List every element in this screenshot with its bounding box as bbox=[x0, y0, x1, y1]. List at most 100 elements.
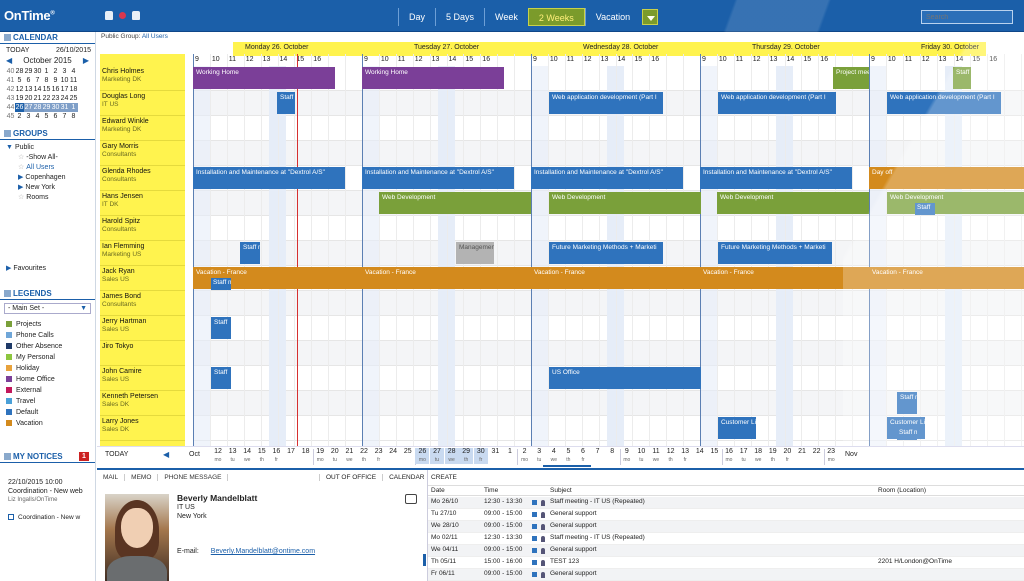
table-row[interactable]: Mo 26/10 12:30 - 13:30 Staff meeting - IT … bbox=[428, 497, 1024, 509]
person-row[interactable]: Hans Jensen IT DK bbox=[100, 191, 185, 216]
calendar-event[interactable]: Installation and Maintenance at "Dextrol… bbox=[193, 167, 345, 189]
calendar-event[interactable]: Working Home bbox=[362, 67, 504, 89]
tab-mail[interactable]: MAIL bbox=[97, 474, 126, 481]
calendar-day[interactable]: 7 bbox=[60, 112, 69, 121]
calendar-event[interactable]: Future Marketing Methods + Marketi bbox=[549, 242, 663, 264]
timeline-range-bar[interactable] bbox=[543, 465, 591, 467]
prev-month-icon[interactable]: ◀ bbox=[6, 56, 12, 65]
calendar-event[interactable]: Staff bbox=[211, 317, 231, 339]
tab-phone-message[interactable]: PHONE MESSAGE bbox=[158, 474, 229, 481]
notices-section-title[interactable]: MY NOTICES 1 bbox=[0, 451, 95, 463]
calendar-event[interactable]: Web application development (Part I bbox=[718, 92, 836, 114]
calendar-event[interactable]: Project mee bbox=[833, 67, 869, 89]
legend-item[interactable]: Phone Calls bbox=[6, 330, 89, 341]
timeline-day[interactable]: 6 fr bbox=[576, 448, 590, 464]
calendar-day[interactable]: 10 bbox=[60, 76, 69, 85]
calendar-event[interactable]: Web Development bbox=[549, 192, 701, 214]
legend-item[interactable]: Vacation bbox=[6, 418, 89, 429]
timeline-day[interactable]: 16 mo bbox=[722, 448, 736, 464]
day-header[interactable]: Thursday 29. October bbox=[752, 44, 820, 51]
timeline-prev-icon[interactable]: ◀ bbox=[163, 450, 169, 459]
calendar-event[interactable]: Web application development (Part I bbox=[549, 92, 663, 114]
calendar-day[interactable]: 26 bbox=[15, 103, 24, 112]
person-row[interactable]: Larry Jones Sales DK bbox=[100, 416, 185, 441]
calendar-day[interactable]: 29 bbox=[42, 103, 51, 112]
timeline-day[interactable]: 22 th bbox=[357, 448, 371, 464]
calendar-day[interactable]: 6 bbox=[24, 76, 33, 85]
person-row[interactable]: Jiro Tokyo bbox=[100, 341, 185, 366]
view-2-weeks[interactable]: 2 Weeks bbox=[527, 8, 585, 26]
tab-out-of-office[interactable]: OUT OF OFFICE bbox=[319, 474, 382, 481]
calendar-day[interactable]: 13 bbox=[24, 85, 33, 94]
panel-resize-handle[interactable] bbox=[423, 554, 426, 566]
calendar-event[interactable]: Managemen bbox=[456, 242, 494, 264]
person-row[interactable]: Douglas Long IT US bbox=[100, 91, 185, 116]
timeline-day[interactable]: 14 we bbox=[240, 448, 254, 464]
timeline-day[interactable]: 23 mo bbox=[824, 448, 838, 464]
table-row[interactable]: We 04/11 09:00 - 15:00 General support bbox=[428, 545, 1024, 557]
timeline-day[interactable]: 20 tu bbox=[328, 448, 342, 464]
calendar-day[interactable]: 30 bbox=[33, 67, 42, 76]
calendar-event[interactable]: Web Development bbox=[887, 192, 1024, 214]
table-row[interactable]: Fr 06/11 09:00 - 15:00 General support bbox=[428, 569, 1024, 581]
calendar-day[interactable]: 8 bbox=[69, 112, 78, 121]
timeline-day[interactable]: 24 bbox=[386, 448, 400, 456]
person-row[interactable]: Jerry Hartman Sales US bbox=[100, 316, 185, 341]
next-month-icon[interactable]: ▶ bbox=[83, 56, 89, 65]
timeline-day[interactable]: 15 bbox=[707, 448, 721, 456]
calendar-event[interactable]: US Office bbox=[549, 367, 701, 389]
col-date[interactable]: Date bbox=[431, 487, 445, 494]
notice-entry[interactable]: 22/10/2015 10:00 Coordination - New web … bbox=[8, 478, 83, 505]
calendar-day[interactable]: 31 bbox=[60, 103, 69, 112]
timeline-day[interactable]: 4 we bbox=[547, 448, 561, 464]
legend-set-select[interactable]: - Main Set - ▼ bbox=[4, 303, 91, 314]
timeline-day[interactable]: 14 bbox=[693, 448, 707, 456]
person-row[interactable]: Chris Holmes Marketing DK bbox=[100, 66, 185, 91]
person-row[interactable]: James Bond Consultants bbox=[100, 291, 185, 316]
timeline-day[interactable]: 3 tu bbox=[532, 448, 546, 464]
legend-item[interactable]: Home Office bbox=[6, 374, 89, 385]
calendar-event[interactable]: Staff bbox=[277, 92, 295, 114]
calendar-event[interactable]: Working Home bbox=[193, 67, 335, 89]
calendar-day[interactable]: 2 bbox=[15, 112, 24, 121]
calendar-event[interactable]: Staff bbox=[915, 203, 935, 215]
today-label[interactable]: TODAY bbox=[6, 47, 29, 54]
calendar-day[interactable]: 3 bbox=[60, 67, 69, 76]
timeline-day[interactable]: 15 th bbox=[255, 448, 269, 464]
calendar-day[interactable]: 30 bbox=[51, 103, 60, 112]
status-dot-icon[interactable] bbox=[119, 12, 126, 19]
timeline-day[interactable]: 21 we bbox=[342, 448, 356, 464]
col-room[interactable]: Room (Location) bbox=[878, 487, 926, 494]
edit-icon[interactable] bbox=[405, 494, 417, 504]
view-dropdown-icon[interactable] bbox=[642, 9, 659, 25]
calendar-event[interactable]: Installation and Maintenance at "Dextrol… bbox=[700, 167, 852, 189]
calendar-day[interactable]: 29 bbox=[24, 67, 33, 76]
calendar-day[interactable]: 25 bbox=[69, 94, 78, 103]
day-header[interactable]: Tuesday 27. October bbox=[414, 44, 479, 51]
calendar-day[interactable]: 24 bbox=[60, 94, 69, 103]
legend-item[interactable]: Travel bbox=[6, 396, 89, 407]
calendar-event[interactable]: Web application development (Part I bbox=[887, 92, 1001, 114]
create-button[interactable]: CREATE bbox=[431, 474, 457, 481]
calendar-section-title[interactable]: CALENDAR bbox=[0, 32, 95, 44]
timeline-day[interactable]: 18 bbox=[299, 448, 313, 456]
calendar-day[interactable]: 4 bbox=[33, 112, 42, 121]
person-row[interactable]: John Camire Sales US bbox=[100, 366, 185, 391]
col-time[interactable]: Time bbox=[484, 487, 498, 494]
timeline-day[interactable]: 13 tu bbox=[226, 448, 240, 464]
day-header[interactable]: Wednesday 28. October bbox=[583, 44, 658, 51]
view-day[interactable]: Day bbox=[398, 8, 435, 26]
timeline-day[interactable]: 18 we bbox=[751, 448, 765, 464]
timeline-day[interactable]: 21 bbox=[795, 448, 809, 456]
calendar-day[interactable]: 3 bbox=[24, 112, 33, 121]
favourites[interactable]: ▶ Favourites bbox=[6, 264, 46, 272]
calendar-day[interactable]: 28 bbox=[33, 103, 42, 112]
timeline-day[interactable]: 22 bbox=[810, 448, 824, 456]
legend-item[interactable]: Holiday bbox=[6, 363, 89, 374]
calendar-event[interactable]: Staff m bbox=[953, 67, 971, 89]
day-header[interactable]: Friday 30. October bbox=[921, 44, 979, 51]
timeline-day[interactable]: 7 bbox=[591, 448, 605, 456]
timeline-day[interactable]: 1 bbox=[503, 448, 517, 456]
timeline-day[interactable]: 26 mo bbox=[415, 448, 430, 464]
timeline-day[interactable]: 23 fr bbox=[372, 448, 386, 464]
